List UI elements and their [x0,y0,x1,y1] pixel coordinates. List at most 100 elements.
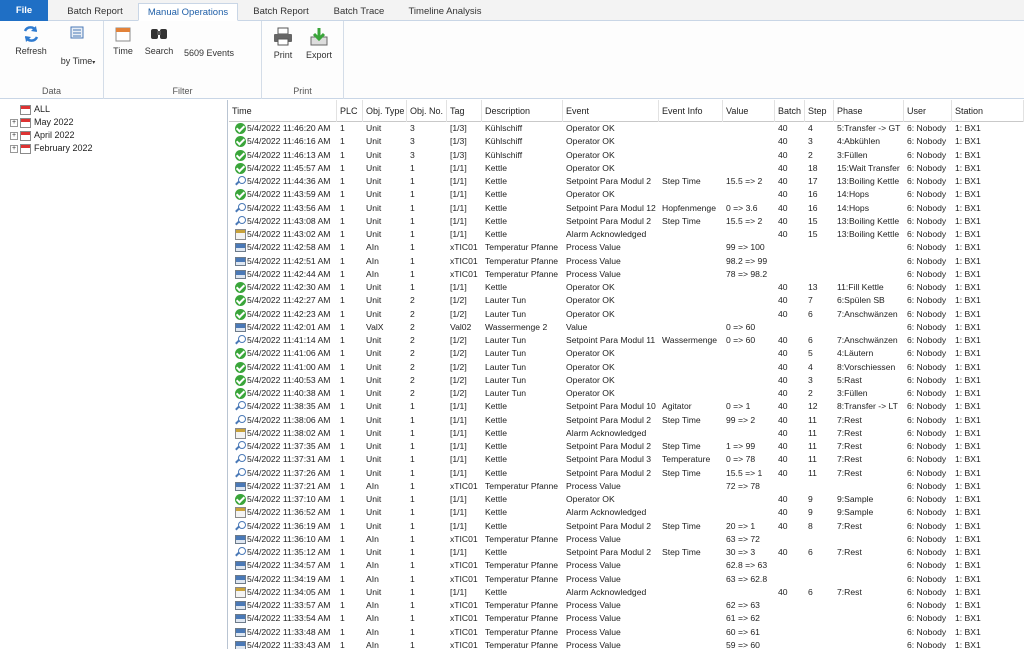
tree-item-april-2022[interactable]: + April 2022 [10,129,75,141]
table-row[interactable]: 5/4/2022 11:36:52 AM 1 Unit 1 [1/1] Kettle Ala… [229,506,1024,519]
cell-user: 6: Nobody [907,626,947,637]
expand-icon[interactable]: + [10,118,18,127]
table-row[interactable]: 5/4/2022 11:44:36 AM 1 Unit 1 [1/1] Kettle Set… [229,175,1024,188]
cell-user: 6: Nobody [907,361,947,372]
time-filter-button[interactable]: Time [110,25,136,56]
cell-description: Kühlschiff [485,136,523,147]
table-row[interactable]: 5/4/2022 11:37:35 AM 1 Unit 1 [1/1] Kettle Set… [229,440,1024,453]
tab-timeline-analysis[interactable]: Timeline Analysis [400,3,490,21]
cell-station: 1: BX1 [955,229,981,239]
cell-batch: 40 [778,361,788,372]
cell-value [723,308,775,321]
table-row[interactable]: 5/4/2022 11:43:59 AM 1 Unit 1 [1/1] Kettle Ope… [229,188,1024,201]
table-row[interactable]: 5/4/2022 11:40:53 AM 1 Unit 2 [1/2] Lauter Tu… [229,374,1024,387]
table-row[interactable]: 5/4/2022 11:37:10 AM 1 Unit 1 [1/1] Kettle Ope… [229,493,1024,506]
table-row[interactable]: 5/4/2022 11:41:14 AM 1 Unit 2 [1/2] Lauter Tu… [229,334,1024,347]
table-row[interactable]: 5/4/2022 11:43:02 AM 1 Unit 1 [1/1] Kettle Ala… [229,228,1024,241]
tab-batch-report-2[interactable]: Batch Report [243,3,319,21]
table-row[interactable]: 5/4/2022 11:37:26 AM 1 Unit 1 [1/1] Kettle Set… [229,467,1024,480]
cell-phase: 5:Transfer -> GT [837,123,901,133]
cell-obj-no: 1 [410,600,415,610]
cell-user: 6: Nobody [907,255,947,266]
table-row[interactable]: 5/4/2022 11:36:10 AM 1 AIn 1 xTIC01 Temperatu… [229,533,1024,546]
expand-icon[interactable]: + [10,131,18,140]
tree-item-all[interactable]: ALL [20,103,50,115]
table-row[interactable]: 5/4/2022 11:36:19 AM 1 Unit 1 [1/1] Kettle Set… [229,520,1024,533]
table-row[interactable]: 5/4/2022 11:46:13 AM 1 Unit 3 [1/3] Kühlschif… [229,149,1024,162]
refresh-button[interactable]: Refresh [10,25,52,56]
column-header-event[interactable]: Event [563,100,659,122]
table-row[interactable]: 5/4/2022 11:38:35 AM 1 Unit 1 [1/1] Kettle Set… [229,400,1024,413]
search-button[interactable]: Search [142,25,176,56]
table-row[interactable]: 5/4/2022 11:37:31 AM 1 Unit 1 [1/1] Kettle Set… [229,453,1024,466]
cell-value [723,135,775,148]
column-header-step[interactable]: Step [805,100,834,122]
expand-icon[interactable]: + [10,144,18,153]
cell-event: Alarm Acknowledged [566,507,647,518]
column-header-station[interactable]: Station [952,100,1024,122]
table-row[interactable]: 5/4/2022 11:33:43 AM 1 AIn 1 xTIC01 Temperatu… [229,639,1024,649]
table-row[interactable]: 5/4/2022 11:34:57 AM 1 AIn 1 xTIC01 Temperatu… [229,559,1024,572]
table-row[interactable]: 5/4/2022 11:42:23 AM 1 Unit 2 [1/2] Lauter Tu… [229,308,1024,321]
column-header-batch[interactable]: Batch [775,100,805,122]
table-row[interactable]: 5/4/2022 11:42:44 AM 1 AIn 1 xTIC01 Temperatu… [229,268,1024,281]
column-header-obj-no[interactable]: Obj. No. [407,100,447,122]
cell-plc: 1 [340,242,345,253]
table-row[interactable]: 5/4/2022 11:40:38 AM 1 Unit 2 [1/2] Lauter Tu… [229,387,1024,400]
table-row[interactable]: 5/4/2022 11:38:02 AM 1 Unit 1 [1/1] Kettle Ala… [229,427,1024,440]
table-row[interactable]: 5/4/2022 11:46:20 AM 1 Unit 3 [1/3] Kühlschif… [229,122,1024,135]
table-row[interactable]: 5/4/2022 11:45:57 AM 1 Unit 1 [1/1] Kettle Ope… [229,162,1024,175]
table-row[interactable]: 5/4/2022 11:42:58 AM 1 AIn 1 xTIC01 Temperatu… [229,241,1024,254]
column-header-obj-type[interactable]: Obj. Type [363,100,407,122]
cell-tag: Val02 [450,321,472,332]
cell-time: 5/4/2022 11:43:02 AM [247,229,331,239]
cell-description: Kettle [485,427,507,438]
tree-item-may-2022[interactable]: + May 2022 [10,116,74,128]
column-header-tag[interactable]: Tag [447,100,482,122]
cell-plc: 1 [340,361,345,372]
table-row[interactable]: 5/4/2022 11:33:57 AM 1 AIn 1 xTIC01 Temperatu… [229,599,1024,612]
cell-time: 5/4/2022 11:43:56 AM [247,202,331,213]
table-row[interactable]: 5/4/2022 11:43:56 AM 1 Unit 1 [1/1] Kettle Set… [229,202,1024,215]
column-header-phase[interactable]: Phase [834,100,904,122]
export-button[interactable]: Export [302,27,336,60]
tab-batch-trace[interactable]: Batch Trace [326,3,392,21]
refresh-icon [23,26,39,42]
column-header-user[interactable]: User [904,100,952,122]
cell-event-info [659,294,723,307]
cell-event: Operator OK [566,162,615,173]
table-row[interactable]: 5/4/2022 11:33:54 AM 1 AIn 1 xTIC01 Temperatu… [229,612,1024,625]
table-row[interactable]: 5/4/2022 11:42:51 AM 1 AIn 1 xTIC01 Temperatu… [229,255,1024,268]
print-button[interactable]: Print [268,27,298,60]
table-row[interactable]: 5/4/2022 11:35:12 AM 1 Unit 1 [1/1] Kettle Set… [229,546,1024,559]
table-row[interactable]: 5/4/2022 11:38:06 AM 1 Unit 1 [1/1] Kettle Set… [229,414,1024,427]
table-row[interactable]: 5/4/2022 11:46:16 AM 1 Unit 3 [1/3] Kühlschif… [229,135,1024,148]
table-row[interactable]: 5/4/2022 11:42:27 AM 1 Unit 2 [1/2] Lauter Tu… [229,294,1024,307]
table-row[interactable]: 5/4/2022 11:34:05 AM 1 Unit 1 [1/1] Kettle Ala… [229,586,1024,599]
column-header-time[interactable]: Time [229,100,337,122]
tab-batch-report[interactable]: Batch Report [56,3,134,21]
column-header-description[interactable]: Description [482,100,563,122]
chevron-down-icon: ▾ [92,60,96,66]
table-row[interactable]: 5/4/2022 11:42:01 AM 1 ValX 2 Val02 Wassermen… [229,321,1024,334]
cell-phase: 7:Anschwänzen [837,308,898,319]
table-row[interactable]: 5/4/2022 11:37:21 AM 1 AIn 1 xTIC01 Temperatu… [229,480,1024,493]
table-row[interactable]: 5/4/2022 11:41:06 AM 1 Unit 2 [1/2] Lauter Tu… [229,347,1024,360]
cell-event: Alarm Acknowledged [566,586,647,597]
column-header-plc[interactable]: PLC [337,100,363,122]
by-time-button[interactable]: by Time▾ [56,25,100,66]
tree-item-february-2022[interactable]: + February 2022 [10,142,93,154]
column-header-event-info[interactable]: Event Info [659,100,723,122]
table-row[interactable]: 5/4/2022 11:34:19 AM 1 AIn 1 xTIC01 Temperatu… [229,573,1024,586]
column-header-value[interactable]: Value [723,100,775,122]
table-row[interactable]: 5/4/2022 11:41:00 AM 1 Unit 2 [1/2] Lauter Tu… [229,361,1024,374]
cell-step: 7 [808,295,813,306]
cell-step: 13 [808,282,818,292]
cell-plc: 1 [340,229,345,239]
tab-file[interactable]: File [0,0,48,21]
table-row[interactable]: 5/4/2022 11:33:48 AM 1 AIn 1 xTIC01 Temperatu… [229,626,1024,639]
table-row[interactable]: 5/4/2022 11:43:08 AM 1 Unit 1 [1/1] Kettle Set… [229,215,1024,228]
tab-manual-operations[interactable]: Manual Operations [138,3,238,21]
cell-plc: 1 [340,533,345,544]
table-row[interactable]: 5/4/2022 11:42:30 AM 1 Unit 1 [1/1] Kettle Ope… [229,281,1024,294]
